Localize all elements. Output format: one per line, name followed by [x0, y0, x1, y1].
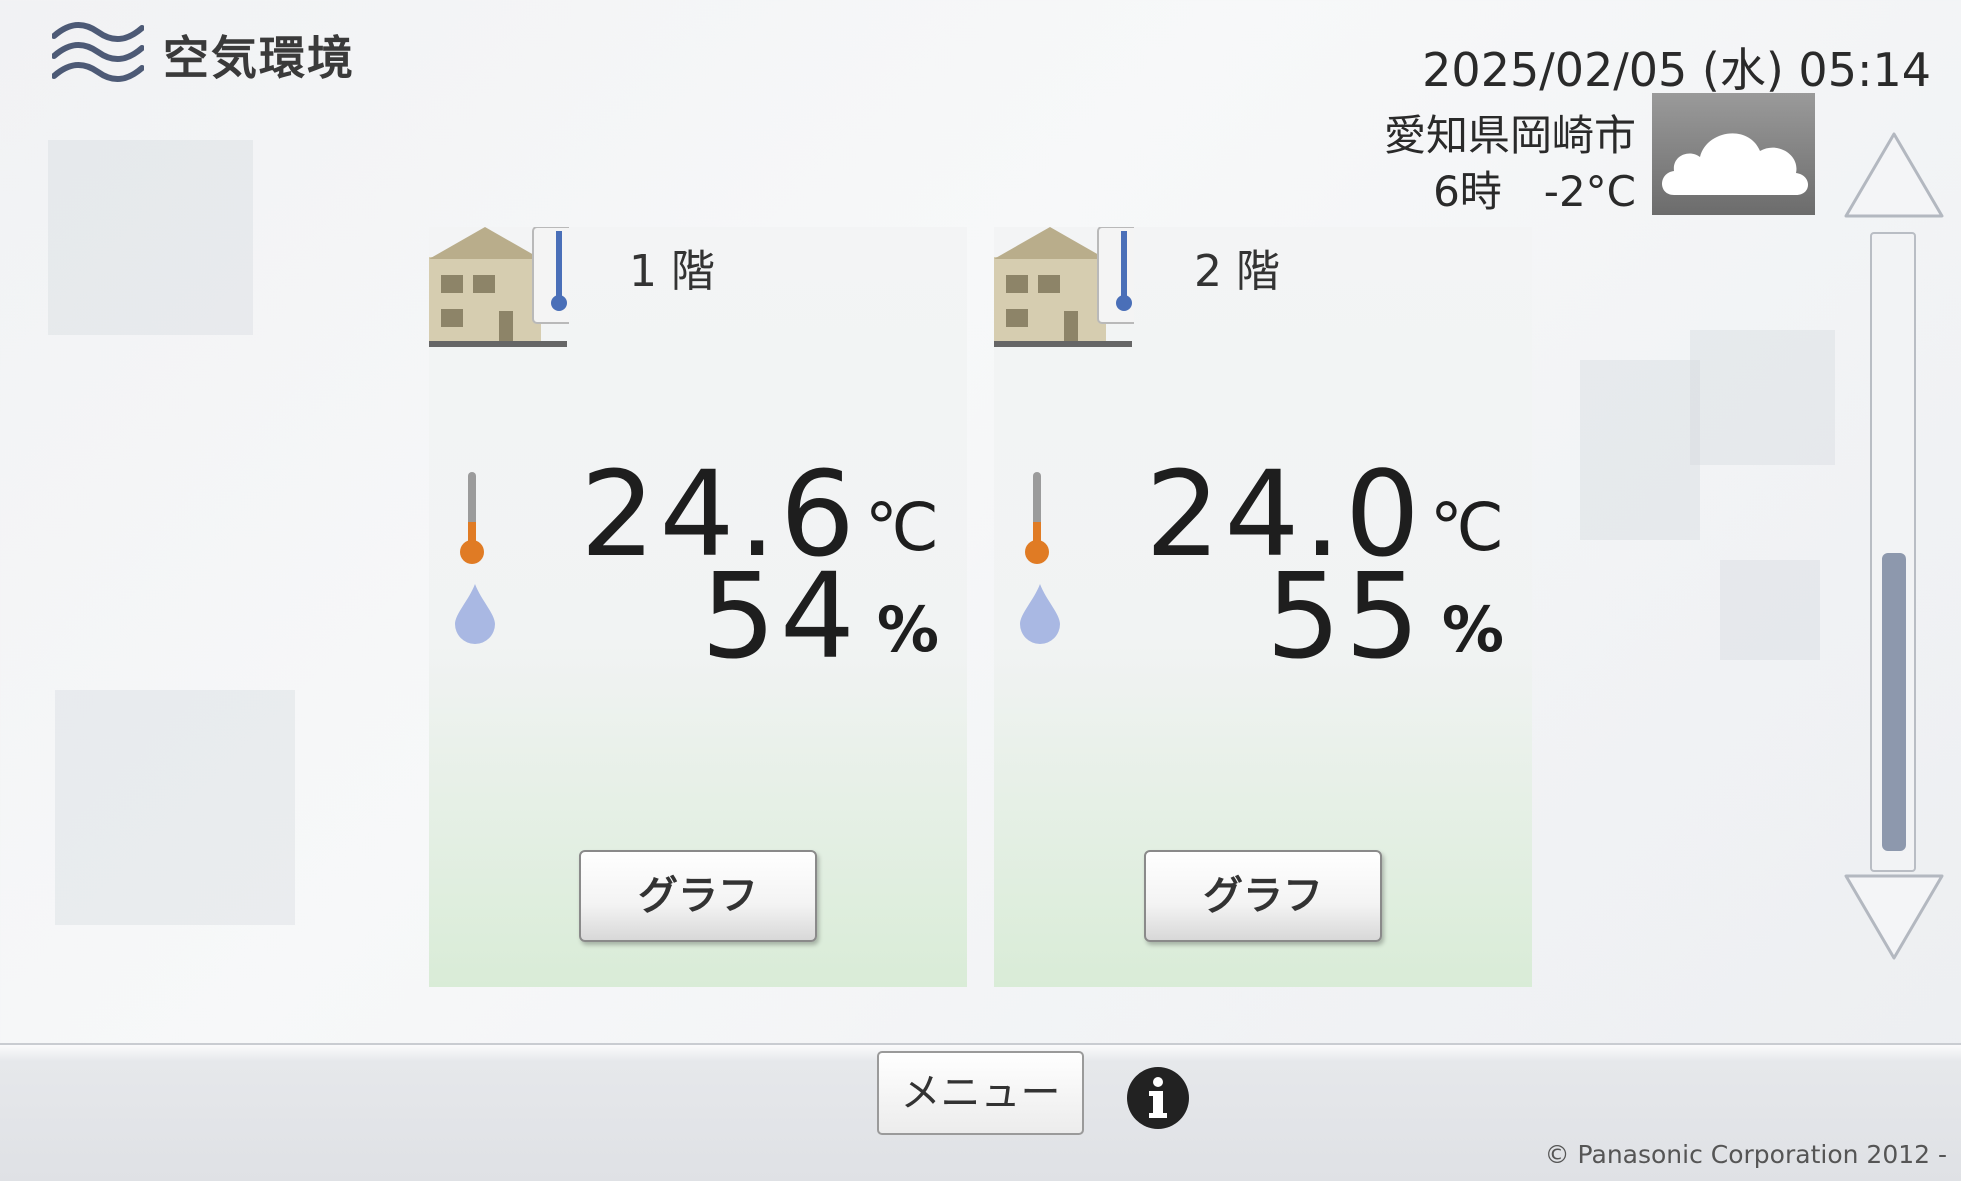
air-waves-icon — [52, 22, 144, 82]
temperature-unit: ℃ — [864, 489, 939, 566]
scroll-down-button[interactable] — [1842, 870, 1946, 962]
background-tile — [1720, 560, 1820, 660]
house-thermometer-icon — [994, 227, 1134, 347]
humidity-drop-icon — [455, 584, 495, 644]
graph-button-floor-1[interactable]: グラフ — [579, 850, 817, 942]
weather-forecast: 6時 -2°C — [1433, 167, 1636, 216]
copyright-text: © Panasonic Corporation 2012 - — [1544, 1140, 1947, 1169]
humidity-value: 54 — [700, 547, 859, 685]
cloud-icon — [1662, 133, 1808, 195]
humidity-unit: % — [1441, 593, 1504, 666]
scrollbar-thumb[interactable] — [1882, 553, 1906, 851]
scroll-up-button[interactable] — [1842, 130, 1946, 222]
floor-label: 1 階 — [629, 246, 715, 297]
weather-image — [1652, 93, 1815, 215]
weather-location: 愛知県岡崎市 — [1383, 111, 1636, 160]
graph-button-floor-2[interactable]: グラフ — [1144, 850, 1382, 942]
floor-panel-1: 1 階 24.6 ℃ 54 % グラフ — [429, 227, 967, 987]
background-tile — [1580, 360, 1700, 540]
humidity-drop-icon — [1020, 584, 1060, 644]
thermometer-icon — [1025, 472, 1049, 564]
background-tile — [55, 690, 295, 925]
date-time: 2025/02/05 (水) 05:14 — [1422, 43, 1931, 97]
humidity-value: 55 — [1265, 547, 1424, 685]
house-thermometer-icon — [429, 227, 569, 347]
floor-panel-2: 2 階 24.0 ℃ 55 % グラフ — [994, 227, 1532, 987]
menu-button[interactable]: メニュー — [877, 1051, 1084, 1135]
temperature-unit: ℃ — [1429, 489, 1504, 566]
thermometer-icon — [460, 472, 484, 564]
app-title: 空気環境 — [163, 31, 355, 85]
info-icon[interactable] — [1126, 1066, 1190, 1130]
floor-label: 2 階 — [1194, 246, 1280, 297]
background-tile — [48, 140, 253, 335]
humidity-unit: % — [876, 593, 939, 666]
background-tile — [1690, 330, 1835, 465]
